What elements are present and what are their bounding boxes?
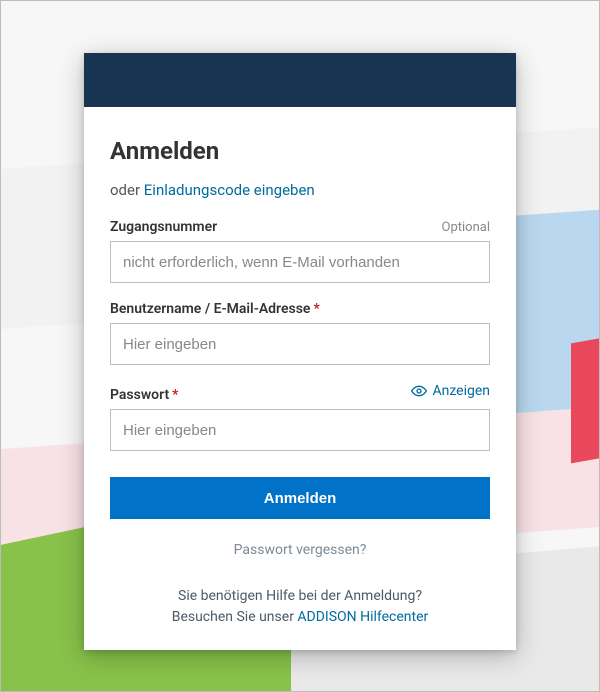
subline-prefix: oder (110, 181, 144, 199)
username-input[interactable] (110, 323, 490, 365)
help-text: Sie benötigen Hilfe bei der Anmeldung? B… (110, 586, 490, 628)
help-line2: Besuchen Sie unser ADDISON Hilfecenter (110, 607, 490, 628)
username-label: Benutzername / E-Mail-Adresse* (110, 301, 320, 317)
eye-icon (411, 383, 427, 399)
help-center-link[interactable]: ADDISON Hilfecenter (297, 609, 428, 625)
show-password-label: Anzeigen (432, 383, 490, 399)
access-number-label: Zugangsnummer (110, 219, 217, 235)
access-number-input[interactable] (110, 241, 490, 283)
help-line1: Sie benötigen Hilfe bei der Anmeldung? (110, 586, 490, 607)
show-password-toggle[interactable]: Anzeigen (411, 383, 490, 399)
submit-button[interactable]: Anmelden (110, 477, 490, 519)
access-number-optional: Optional (442, 220, 490, 235)
field-access-number: Zugangsnummer Optional (110, 219, 490, 283)
forgot-password-link[interactable]: Passwort vergessen? (234, 542, 367, 558)
page-title: Anmelden (110, 137, 490, 165)
password-label: Passwort* (110, 387, 178, 403)
login-card: Anmelden oder Einladungscode eingeben Zu… (84, 53, 516, 650)
field-username: Benutzername / E-Mail-Adresse* (110, 301, 490, 365)
password-input[interactable] (110, 409, 490, 451)
field-password: Passwort* Anzeigen (110, 383, 490, 451)
invitation-code-link[interactable]: Einladungscode eingeben (144, 181, 315, 199)
subline: oder Einladungscode eingeben (110, 181, 490, 199)
card-header-bar (84, 53, 516, 107)
